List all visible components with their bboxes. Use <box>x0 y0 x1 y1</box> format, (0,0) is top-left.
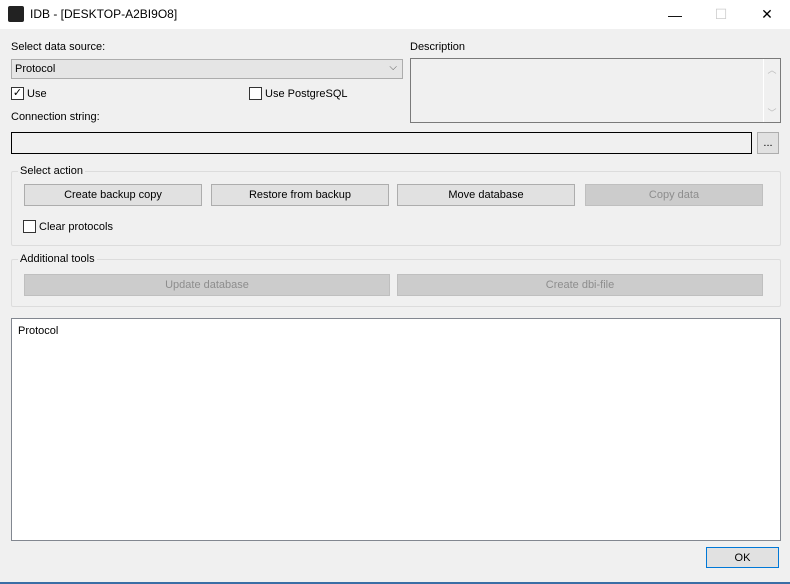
restore-backup-button[interactable]: Restore from backup <box>211 184 389 206</box>
use-checkbox[interactable]: ✓ <box>11 87 24 100</box>
close-button[interactable]: ✕ <box>744 0 790 29</box>
clear-protocols-label: Clear protocols <box>39 221 113 233</box>
protocol-log[interactable]: Protocol <box>11 318 781 541</box>
clear-protocols-checkbox[interactable] <box>23 220 36 233</box>
protocol-text: Protocol <box>18 325 59 337</box>
data-source-select[interactable]: Protocol ⌵ <box>11 59 403 79</box>
additional-tools-label: Additional tools <box>18 253 97 265</box>
connection-string-label: Connection string: <box>11 111 100 123</box>
use-postgresql-label: Use PostgreSQL <box>265 88 348 100</box>
minimize-button[interactable]: — <box>652 0 698 29</box>
update-database-button[interactable]: Update database <box>24 274 390 296</box>
title-bar: IDB - [DESKTOP-A2BI9O8] — ☐ ✕ <box>0 0 790 29</box>
chevron-down-icon: ⌵ <box>389 62 397 73</box>
data-source-value: Protocol <box>15 63 56 75</box>
ok-button[interactable]: OK <box>706 547 779 568</box>
copy-data-button[interactable]: Copy data <box>585 184 763 206</box>
move-database-button[interactable]: Move database <box>397 184 575 206</box>
description-label: Description <box>410 41 466 53</box>
use-label: Use <box>27 88 47 100</box>
create-dbi-file-button[interactable]: Create dbi-file <box>397 274 763 296</box>
app-icon <box>8 6 24 22</box>
description-textarea[interactable]: ︿ ﹀ <box>410 58 781 123</box>
browse-button[interactable]: ... <box>757 132 779 154</box>
use-postgresql-checkbox[interactable] <box>249 87 262 100</box>
connection-string-input[interactable] <box>11 132 752 154</box>
scroll-up-icon[interactable]: ︿ <box>764 63 780 76</box>
description-scrollbar[interactable]: ︿ ﹀ <box>763 59 780 122</box>
create-backup-button[interactable]: Create backup copy <box>24 184 202 206</box>
select-action-label: Select action <box>18 165 85 177</box>
data-source-label: Select data source: <box>11 41 106 53</box>
window-title: IDB - [DESKTOP-A2BI9O8] <box>30 7 178 21</box>
select-action-group <box>11 171 781 246</box>
maximize-button[interactable]: ☐ <box>698 0 744 29</box>
scroll-down-icon[interactable]: ﹀ <box>764 106 780 119</box>
